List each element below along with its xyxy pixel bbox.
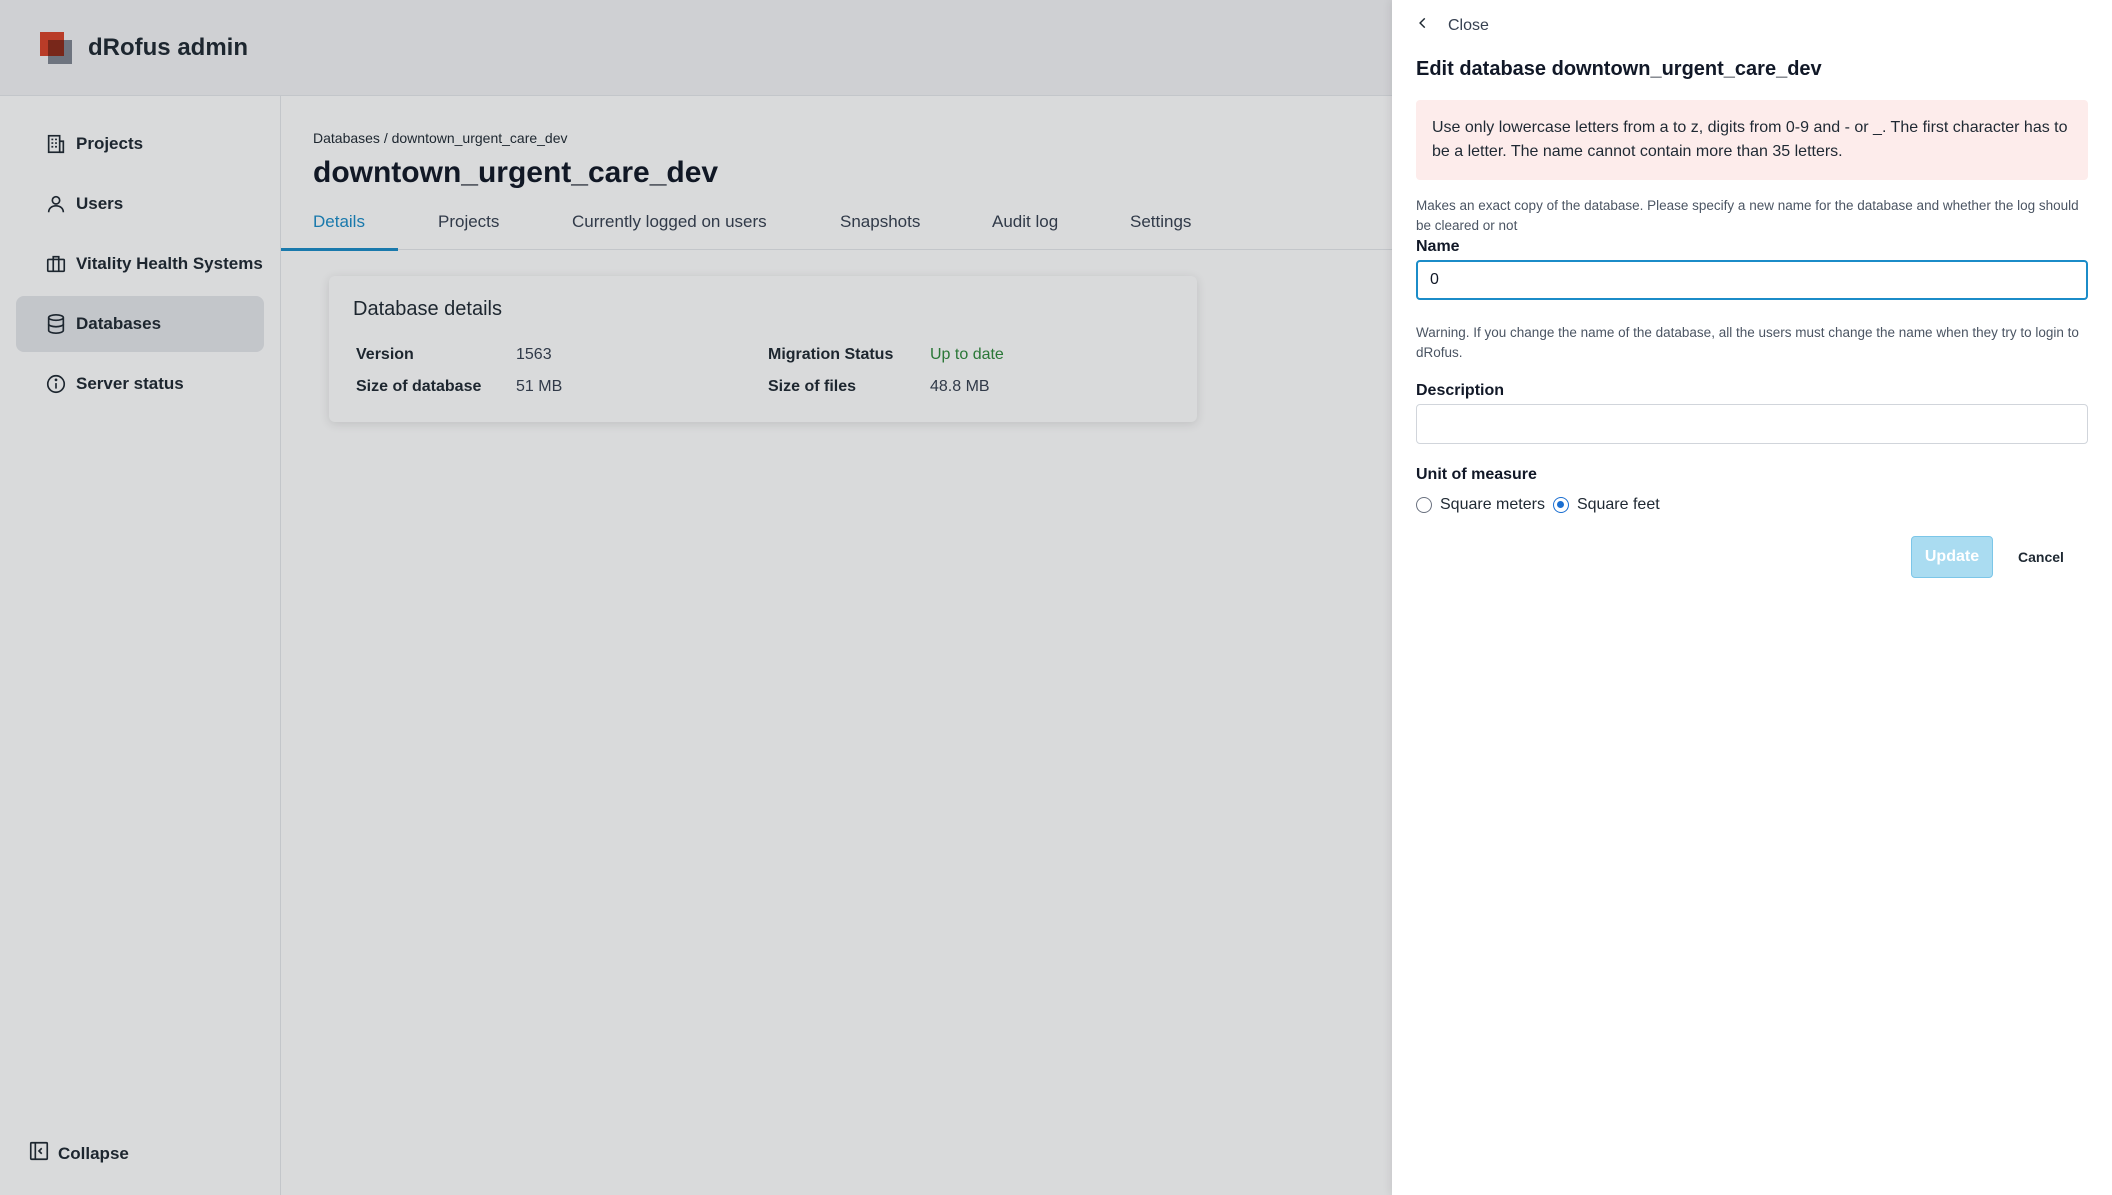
update-button[interactable]: Update [1911,536,1993,578]
square-feet-label[interactable]: Square feet [1577,496,1660,514]
close-button[interactable]: Close [1416,16,1489,35]
modal-backdrop[interactable] [0,0,1392,1195]
name-input[interactable] [1416,260,2088,300]
name-rules-alert: Use only lowercase letters from a to z, … [1416,100,2088,180]
unit-of-measure-label: Unit of measure [1416,466,1537,483]
unit-of-measure-radio-group: Square meters Square feet [1416,496,1668,514]
close-label: Close [1448,16,1489,34]
chevron-left-icon [1416,16,1430,35]
square-meters-label[interactable]: Square meters [1440,496,1545,514]
cancel-button[interactable]: Cancel [2006,536,2076,578]
rename-warning-text: Warning. If you change the name of the d… [1416,325,2079,360]
copy-help-text: Makes an exact copy of the database. Ple… [1416,198,2079,233]
name-label: Name [1416,238,1460,255]
square-meters-radio[interactable] [1416,497,1432,513]
square-feet-radio[interactable] [1552,497,1569,513]
description-input[interactable] [1416,404,2088,444]
edit-database-drawer: Close Edit database downtown_urgent_care… [1392,0,2112,1195]
description-label: Description [1416,382,1505,399]
drawer-title: Edit database downtown_urgent_care_dev [1416,58,1822,80]
